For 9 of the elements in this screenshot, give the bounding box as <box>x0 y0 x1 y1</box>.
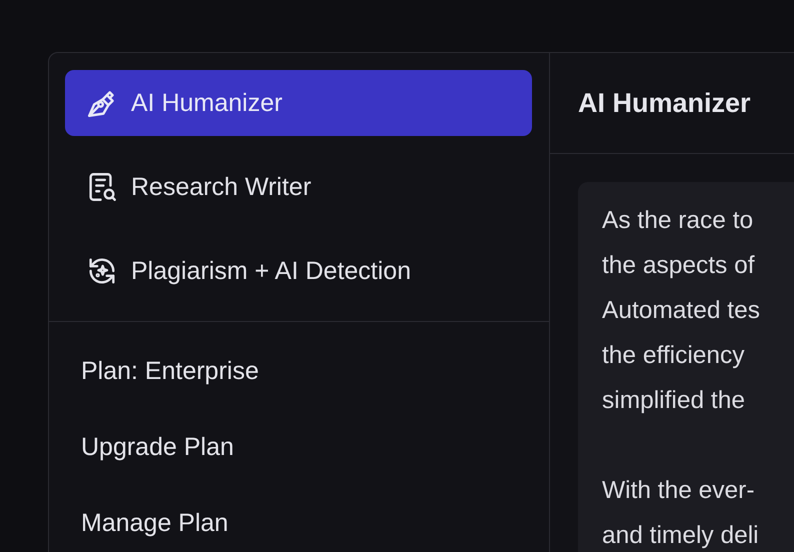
paragraph: As the race to the aspects of Automated tes the efficiency simplified the <box>602 206 761 416</box>
plan-menu-item[interactable]: Plan: Enterprise <box>81 352 259 390</box>
nav-item[interactable]: Plagiarism + AI Detection <box>65 238 532 304</box>
plan-menu-item[interactable]: Upgrade Plan <box>81 428 234 466</box>
plan-menu-item[interactable]: Manage Plan <box>81 504 228 542</box>
nav-item[interactable]: AI Humanizer <box>65 70 532 136</box>
page-title: AI Humanizer <box>578 88 751 118</box>
nav-item[interactable]: Research Writer <box>65 154 532 220</box>
paragraph: With the ever- and timely deli <box>602 476 760 551</box>
